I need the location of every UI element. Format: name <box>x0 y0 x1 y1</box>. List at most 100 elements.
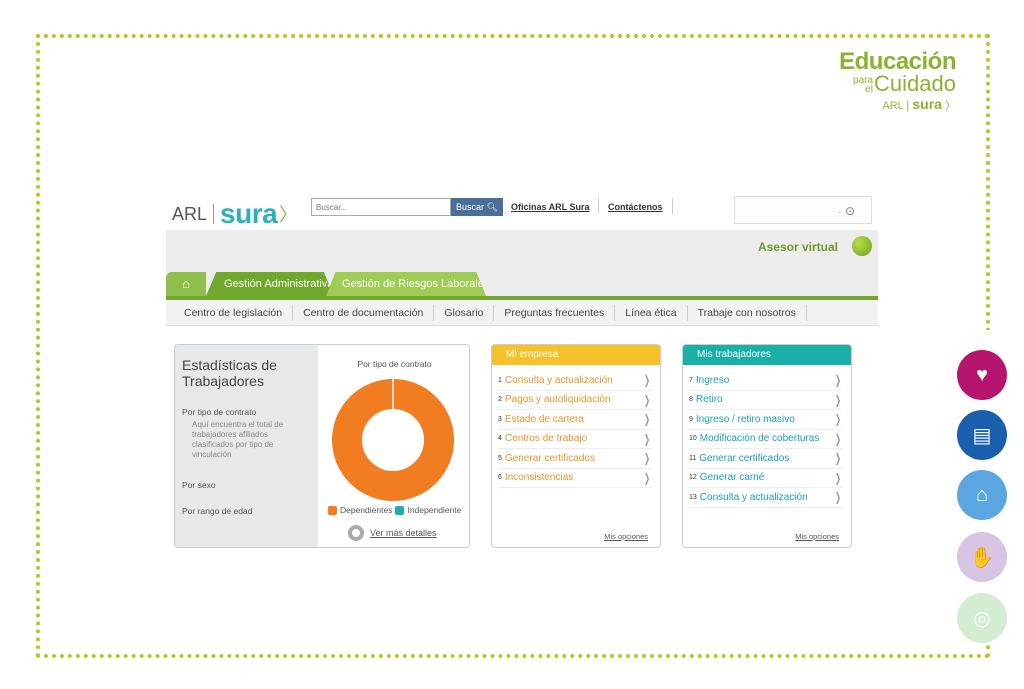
main-tabs: ⌂ Gestión Administrativa Gestión de Ries… <box>166 272 486 296</box>
list-item[interactable]: 9 Ingreso / retiro masivo ❯ <box>689 410 843 430</box>
sura-wing-icon: 〉 <box>279 205 298 225</box>
list-item[interactable]: 4 Centros de trabajo ❯ <box>498 430 652 449</box>
list-item[interactable]: 13 Consulta y actualización ❯ <box>689 488 843 508</box>
link-oficinas[interactable]: Oficinas ARL Sura <box>511 202 590 212</box>
subnav-trabaje[interactable]: Trabaje con nosotros <box>688 304 807 321</box>
logo-sura: sura <box>220 198 278 229</box>
globe-plant-icon[interactable]: ◎ <box>957 593 1007 643</box>
list-item[interactable]: 8 Retiro ❯ <box>689 391 843 410</box>
item-label: Pagos y autoliquidación <box>504 394 611 406</box>
subnav-documentacion[interactable]: Centro de documentación <box>293 304 435 321</box>
arl-sura-logo[interactable]: ARL sura 〉 <box>172 198 297 230</box>
tab-gestion-administrativa[interactable]: Gestión Administrativa <box>206 272 334 296</box>
mi-empresa-card: Mi empresa 1 Consulta y actualización ❯ 2 Pa… <box>491 344 661 548</box>
chevron-right-icon: ❯ <box>834 431 841 446</box>
educacion-para-el-cuidado-logo: Educación para el Cuidado ARL | sura 〉 <box>839 48 956 113</box>
list-item[interactable]: 10 Modificación de coberturas ❯ <box>689 430 843 449</box>
item-number: 10 <box>689 435 697 443</box>
item-number: 11 <box>689 454 697 462</box>
tab-home[interactable]: ⌂ <box>166 272 206 296</box>
asesor-virtual-icon[interactable] <box>852 236 872 256</box>
subnav-glosario[interactable]: Glosario <box>434 304 495 321</box>
item-label: Modificación de coberturas <box>699 433 820 445</box>
item-label: Centros de trabajo <box>504 433 588 445</box>
mis-trabajadores-options-link[interactable]: Mis opciones <box>795 532 839 541</box>
list-item[interactable]: 11 Generar certificados ❯ <box>689 449 843 469</box>
notebook-icon[interactable]: ▤ <box>957 410 1007 460</box>
subnav-linea-etica[interactable]: Línea ética <box>615 304 688 321</box>
subnav-preguntas[interactable]: Preguntas frecuentes <box>494 304 616 321</box>
chart-legend: Dependientes Independiente <box>328 505 461 515</box>
item-label: Inconsistencias <box>504 472 574 484</box>
list-item[interactable]: 12 Generar carné ❯ <box>689 469 843 488</box>
item-number: 12 <box>689 474 697 482</box>
brand-arl: ARL <box>882 100 904 112</box>
chevron-right-icon: ❯ <box>834 490 841 505</box>
chevron-right-icon: ❯ <box>834 451 841 466</box>
mis-trabajadores-card: Mis trabajadores 7 Ingreso ❯ 8 Retiro ❯ 9 Ingre… <box>682 344 852 548</box>
stats-by-contract[interactable]: Por tipo de contrato <box>182 407 311 417</box>
login-box[interactable]: . ⊙ <box>734 196 872 224</box>
item-label: Consulta y actualización <box>504 374 613 386</box>
item-number: 7 <box>689 376 693 384</box>
list-item[interactable]: 6 Inconsistencias ❯ <box>498 469 652 488</box>
item-label: Retiro <box>695 394 723 406</box>
chevron-right-icon: ❯ <box>643 470 650 485</box>
chevron-right-icon: ❯ <box>643 373 650 388</box>
list-item[interactable]: 7 Ingreso ❯ <box>689 371 843 391</box>
chevron-right-icon: ❯ <box>834 470 841 485</box>
mi-empresa-list: 1 Consulta y actualización ❯ 2 Pagos y autol… <box>492 365 660 488</box>
asesor-virtual-link[interactable]: Asesor virtual <box>758 240 838 254</box>
chevron-right-icon: ❯ <box>643 392 650 407</box>
subnav-legislacion[interactable]: Centro de legislación <box>166 304 294 321</box>
logo-arl: ARL <box>172 203 208 224</box>
chevron-right-icon: ❯ <box>834 412 841 427</box>
mis-trabajadores-list: 7 Ingreso ❯ 8 Retiro ❯ 9 Ingreso / retiro masiv… <box>683 365 851 508</box>
stats-by-age[interactable]: Por rango de edad <box>182 506 311 516</box>
item-number: 6 <box>498 474 502 482</box>
item-number: 5 <box>498 454 502 462</box>
handshake-icon[interactable]: ✋ <box>957 532 1007 582</box>
item-label: Consulta y actualización <box>699 491 808 503</box>
search-icon: 🔍︎ <box>486 201 498 212</box>
stats-title-1: Estadísticas de <box>182 357 277 373</box>
sub-navigation: Centro de legislación Centro de document… <box>166 300 878 326</box>
chevron-right-icon: ❯ <box>643 431 650 446</box>
ver-mas-detalles-link[interactable]: Ver más detalles <box>348 525 437 541</box>
tab-gestion-riesgos[interactable]: Gestión de Riesgos Laborales <box>326 272 486 296</box>
item-label: Ingreso <box>695 374 730 386</box>
mis-trabajadores-title: Mis trabajadores <box>683 345 851 365</box>
stats-by-sex[interactable]: Por sexo <box>182 480 311 490</box>
legend-independiente: Independiente <box>407 505 462 515</box>
home-icon: ⌂ <box>182 276 190 291</box>
list-item[interactable]: 2 Pagos y autoliquidación ❯ <box>498 391 652 410</box>
item-number: 13 <box>689 493 697 501</box>
brand-el: el <box>865 84 874 95</box>
arl-sura-screenshot: ARL sura 〉 Buscar 🔍︎ Oficinas ARL Sura C… <box>166 190 878 560</box>
item-number: 4 <box>498 435 502 443</box>
legend-swatch-independiente <box>395 505 405 515</box>
sura-wing-icon: 〉 <box>945 100 956 112</box>
item-number: 1 <box>498 376 502 384</box>
stats-contract-desc: Aquí encuentra el total de trabajadores … <box>192 420 284 459</box>
link-contactenos[interactable]: Contáctenos <box>608 202 663 212</box>
loading-ring-icon <box>348 525 364 541</box>
heart-icon[interactable]: ♥ <box>957 350 1007 400</box>
item-number: 9 <box>689 415 693 423</box>
go-icon[interactable]: ⊙ <box>845 204 855 218</box>
mi-empresa-options-link[interactable]: Mis opciones <box>604 532 648 541</box>
legend-dependientes: Dependientes <box>340 505 393 515</box>
search-input[interactable] <box>311 198 451 216</box>
factory-icon[interactable]: ⌂ <box>957 470 1007 520</box>
chart-title: Por tipo de contrato <box>357 359 432 369</box>
list-item[interactable]: 1 Consulta y actualización ❯ <box>498 371 652 391</box>
list-item[interactable]: 5 Generar certificados ❯ <box>498 449 652 469</box>
item-label: Generar certificados <box>504 452 595 464</box>
list-item[interactable]: 3 Estado de cartera ❯ <box>498 410 652 430</box>
chevron-right-icon: ❯ <box>834 373 841 388</box>
brand-sura: sura <box>912 96 942 112</box>
item-number: 8 <box>689 396 693 404</box>
topbar: ARL sura 〉 Buscar 🔍︎ Oficinas ARL Sura C… <box>166 190 878 230</box>
search-button[interactable]: Buscar 🔍︎ <box>451 198 503 216</box>
item-label: Generar certificados <box>699 452 790 464</box>
